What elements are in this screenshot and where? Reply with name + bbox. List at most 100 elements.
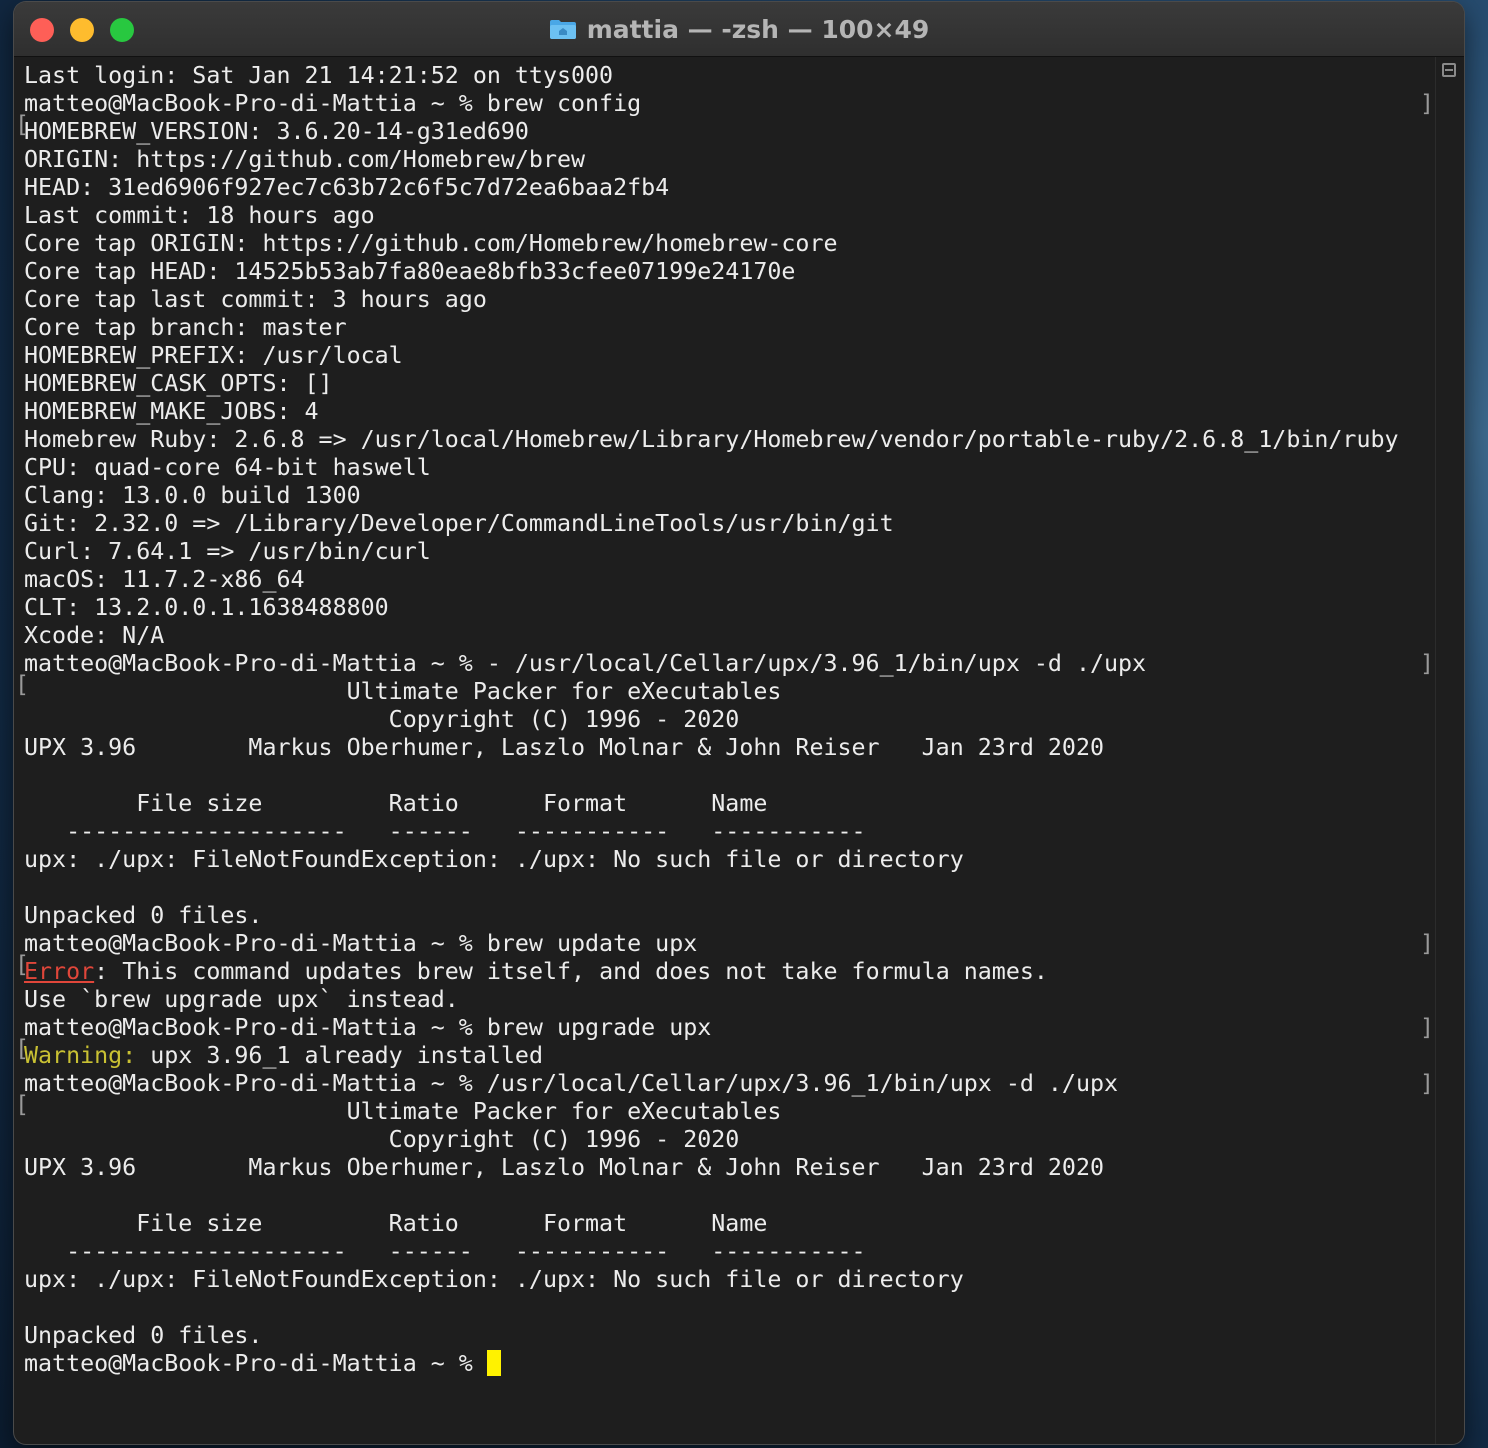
line-text: Core tap branch: master xyxy=(24,314,347,341)
output-line: ORIGIN: https://github.com/Homebrew/brew xyxy=(24,146,1434,174)
line-text: Ultimate Packer for eXecutables xyxy=(24,678,782,705)
terminal-output[interactable]: Last login: Sat Jan 21 14:21:52 on ttys0… xyxy=(15,62,1435,1438)
output-line: HOMEBREW_PREFIX: /usr/local xyxy=(24,342,1434,370)
output-line: File size Ratio Format Name xyxy=(24,790,1434,818)
output-line: Homebrew Ruby: 2.6.8 => /usr/local/Homeb… xyxy=(24,426,1434,454)
line-text: Unpacked 0 files. xyxy=(24,902,263,929)
line-text: matteo@MacBook-Pro-di-Mattia ~ % - /usr/… xyxy=(24,650,1147,677)
output-line: HOMEBREW_VERSION: 3.6.20-14-g31ed690 xyxy=(24,118,1434,146)
prompt-line: matteo@MacBook-Pro-di-Mattia ~ % brew up… xyxy=(15,930,1435,979)
line-text: Ultimate Packer for eXecutables xyxy=(24,1098,782,1125)
text-cursor xyxy=(486,1350,501,1376)
prompt-line: matteo@MacBook-Pro-di-Mattia ~ % brew up… xyxy=(15,1014,1435,1063)
line-text: macOS: 11.7.2-x86_64 xyxy=(24,566,305,593)
line-text: HOMEBREW_VERSION: 3.6.20-14-g31ed690 xyxy=(24,118,529,145)
prompt-line: matteo@MacBook-Pro-di-Mattia ~ % - /usr/… xyxy=(15,650,1435,699)
line-text: Clang: 13.0.0 build 1300 xyxy=(24,482,361,509)
output-line: UPX 3.96 Markus Oberhumer, Laszlo Molnar… xyxy=(24,734,1434,762)
prompt-line: matteo@MacBook-Pro-di-Mattia ~ % /usr/lo… xyxy=(15,1070,1435,1119)
output-line: UPX 3.96 Markus Oberhumer, Laszlo Molnar… xyxy=(24,1154,1434,1182)
output-line: Last commit: 18 hours ago xyxy=(24,202,1434,230)
output-line: upx: ./upx: FileNotFoundException: ./upx… xyxy=(24,846,1434,874)
output-line: Use `brew upgrade upx` instead. xyxy=(24,986,1434,1014)
output-line: Core tap branch: master xyxy=(24,314,1434,342)
output-line: Clang: 13.0.0 build 1300 xyxy=(24,482,1434,510)
line-text: Core tap last commit: 3 hours ago xyxy=(24,286,487,313)
line-text: Xcode: N/A xyxy=(24,622,165,649)
line-text: -------------------- ------ ----------- … xyxy=(24,818,866,845)
output-line: Core tap HEAD: 14525b53ab7fa80eae8bfb33c… xyxy=(24,258,1434,286)
output-line: macOS: 11.7.2-x86_64 xyxy=(24,566,1434,594)
output-line: HOMEBREW_CASK_OPTS: [] xyxy=(24,370,1434,398)
title-group: mattia — -zsh — 100×49 xyxy=(14,2,1464,56)
line-text: upx 3.96_1 already installed xyxy=(136,1042,543,1069)
line-text: matteo@MacBook-Pro-di-Mattia ~ % xyxy=(24,1350,487,1377)
output-line: File size Ratio Format Name xyxy=(24,1210,1434,1238)
line-text: Unpacked 0 files. xyxy=(24,1322,263,1349)
output-line: Warning: upx 3.96_1 already installed xyxy=(24,1042,1434,1070)
output-line: Core tap last commit: 3 hours ago xyxy=(24,286,1434,314)
line-text: File size Ratio Format Name xyxy=(24,1210,768,1237)
line-text: HOMEBREW_CASK_OPTS: [] xyxy=(24,370,333,397)
mark-bracket-right: ] xyxy=(1420,1014,1435,1041)
prompt-line: matteo@MacBook-Pro-di-Mattia ~ % brew co… xyxy=(15,90,1435,139)
line-text: Use `brew upgrade upx` instead. xyxy=(24,986,459,1013)
line-text: matteo@MacBook-Pro-di-Mattia ~ % brew up… xyxy=(24,930,698,957)
output-line: CPU: quad-core 64-bit haswell xyxy=(24,454,1434,482)
mark-bracket-right: ] xyxy=(1420,1070,1435,1097)
line-text: Core tap HEAD: 14525b53ab7fa80eae8bfb33c… xyxy=(24,258,796,285)
output-line: upx: ./upx: FileNotFoundException: ./upx… xyxy=(24,1266,1434,1294)
output-line: Curl: 7.64.1 => /usr/bin/curl xyxy=(24,538,1434,566)
line-text: : This command updates brew itself, and … xyxy=(94,958,1048,985)
output-line: matteo@MacBook-Pro-di-Mattia ~ % xyxy=(24,1350,1434,1378)
output-line: Core tap ORIGIN: https://github.com/Home… xyxy=(24,230,1434,258)
output-line: -------------------- ------ ----------- … xyxy=(24,1238,1434,1266)
error-label: Error xyxy=(24,958,95,985)
mark-bracket-right: ] xyxy=(1420,930,1435,957)
line-text: Last login: Sat Jan 21 14:21:52 on ttys0… xyxy=(24,62,614,89)
warning-label: Warning: xyxy=(24,1042,137,1069)
output-line: Last login: Sat Jan 21 14:21:52 on ttys0… xyxy=(24,62,1434,90)
output-line: CLT: 13.2.0.0.1.1638488800 xyxy=(24,594,1434,622)
line-text: HOMEBREW_MAKE_JOBS: 4 xyxy=(24,398,319,425)
output-line: Git: 2.32.0 => /Library/Developer/Comman… xyxy=(24,510,1434,538)
line-text: ORIGIN: https://github.com/Homebrew/brew xyxy=(24,146,586,173)
scrollbar[interactable] xyxy=(1435,57,1464,1444)
output-line: Xcode: N/A xyxy=(24,622,1434,650)
output-line: Unpacked 0 files. xyxy=(24,1322,1434,1350)
line-text: File size Ratio Format Name xyxy=(24,790,768,817)
line-text: CPU: quad-core 64-bit haswell xyxy=(24,454,431,481)
line-text: Core tap ORIGIN: https://github.com/Home… xyxy=(24,230,838,257)
line-text: CLT: 13.2.0.0.1.1638488800 xyxy=(24,594,389,621)
line-text: matteo@MacBook-Pro-di-Mattia ~ % brew up… xyxy=(24,1014,712,1041)
output-line: HEAD: 31ed6906f927ec7c63b72c6f5c7d72ea6b… xyxy=(24,174,1434,202)
line-text: upx: ./upx: FileNotFoundException: ./upx… xyxy=(24,846,964,873)
line-text: UPX 3.96 Markus Oberhumer, Laszlo Molnar… xyxy=(24,734,1104,761)
line-text: Curl: 7.64.1 => /usr/bin/curl xyxy=(24,538,431,565)
line-text: Git: 2.32.0 => /Library/Developer/Comman… xyxy=(24,510,894,537)
mark-bracket-right: ] xyxy=(1420,650,1435,677)
output-line: Unpacked 0 files. xyxy=(24,902,1434,930)
title-bar[interactable]: mattia — -zsh — 100×49 xyxy=(14,2,1464,57)
line-text: upx: ./upx: FileNotFoundException: ./upx… xyxy=(24,1266,964,1293)
line-text: Copyright (C) 1996 - 2020 xyxy=(24,706,740,733)
home-folder-icon xyxy=(549,18,577,40)
mark-bracket-right: ] xyxy=(1420,90,1435,117)
line-text: UPX 3.96 Markus Oberhumer, Laszlo Molnar… xyxy=(24,1154,1104,1181)
line-text: Homebrew Ruby: 2.6.8 => /usr/local/Homeb… xyxy=(24,426,1399,453)
line-text: matteo@MacBook-Pro-di-Mattia ~ % /usr/lo… xyxy=(24,1070,1119,1097)
split-pane-icon[interactable] xyxy=(1442,63,1456,77)
line-text: HEAD: 31ed6906f927ec7c63b72c6f5c7d72ea6b… xyxy=(24,174,670,201)
window-title: mattia — -zsh — 100×49 xyxy=(586,14,930,44)
line-text: -------------------- ------ ----------- … xyxy=(24,1238,866,1265)
line-text: Last commit: 18 hours ago xyxy=(24,202,375,229)
terminal-window: mattia — -zsh — 100×49 Last login: Sat J… xyxy=(14,2,1464,1444)
output-line: Ultimate Packer for eXecutables xyxy=(24,1098,1434,1126)
output-line: -------------------- ------ ----------- … xyxy=(24,818,1434,846)
output-line: Copyright (C) 1996 - 2020 xyxy=(24,1126,1434,1154)
output-line: Ultimate Packer for eXecutables xyxy=(24,678,1434,706)
